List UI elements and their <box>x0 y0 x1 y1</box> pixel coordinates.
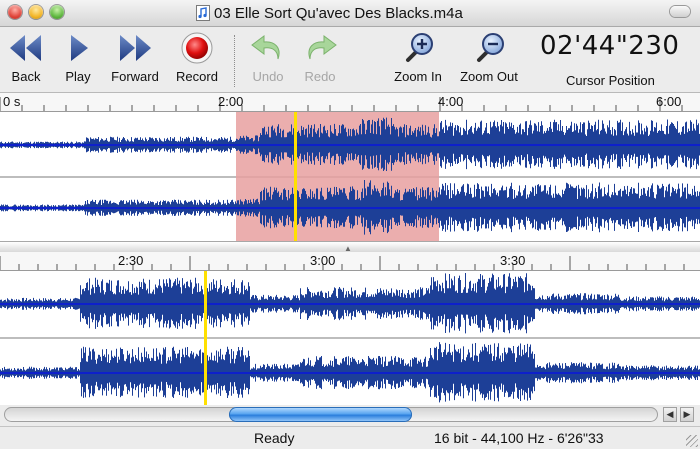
undo-label: Undo <box>252 69 284 84</box>
undo-arrow-icon <box>251 35 280 60</box>
play-label: Play <box>65 69 91 84</box>
window-title: 03 Elle Sort Qu'avec Des Blacks.m4a <box>196 4 463 22</box>
ruler-label-0s: 0 s <box>3 94 21 109</box>
zoom-out-button[interactable]: Zoom Out <box>456 31 522 84</box>
zoom-out-icon <box>477 33 504 62</box>
ruler-label-4m: 4:00 <box>438 94 464 109</box>
detail-playhead-cursor[interactable] <box>204 271 207 405</box>
overview-ruler-ticks <box>0 97 683 111</box>
horizontal-scrollbar[interactable]: ◀ ▶ <box>0 405 700 425</box>
toolbar-separator <box>234 35 236 87</box>
cursor-time-display: 02'44"230 <box>540 31 680 61</box>
redo-label: Redo <box>304 69 336 84</box>
audio-format-info: 16 bit - 44,100 Hz - 6'26"33 <box>434 430 604 446</box>
zoom-in-button[interactable]: Zoom In <box>390 31 446 84</box>
detail-ruler-ticks <box>0 256 685 270</box>
toolbar: Back Play Forward Record Undo Redo Zoom … <box>0 27 700 93</box>
resize-grip-icon[interactable] <box>686 435 698 447</box>
back-label: Back <box>11 69 41 84</box>
detail-time-ruler[interactable]: 2:30 3:00 3:30 <box>0 252 700 271</box>
play-icon <box>71 35 88 61</box>
overview-waveform[interactable] <box>0 112 700 241</box>
record-label: Record <box>176 69 218 84</box>
detail-waveform-canvas <box>0 271 700 405</box>
playhead-cursor[interactable] <box>294 112 297 241</box>
scroll-right-button[interactable]: ▶ <box>680 407 694 422</box>
status-text: Ready <box>254 430 295 446</box>
title-bar: 03 Elle Sort Qu'avec Des Blacks.m4a <box>0 0 700 27</box>
ruler-label-3m30: 3:30 <box>500 253 526 268</box>
overview-waveform-canvas <box>0 112 700 241</box>
ruler-label-2m: 2:00 <box>218 94 244 109</box>
window-title-text: 03 Elle Sort Qu'avec Des Blacks.m4a <box>214 4 463 22</box>
zoom-in-icon <box>406 33 433 62</box>
undo-button[interactable]: Undo <box>246 31 290 84</box>
fast-forward-icon <box>120 35 151 61</box>
rewind-icon <box>10 35 41 61</box>
overview-time-ruler[interactable]: 0 s 2:00 4:00 6:00 <box>0 93 700 112</box>
close-window-button[interactable] <box>8 5 22 19</box>
toolbar-toggle-button[interactable] <box>670 6 690 17</box>
ruler-label-3m: 3:00 <box>310 253 336 268</box>
ruler-label-2m30: 2:30 <box>118 253 144 268</box>
back-button[interactable]: Back <box>6 31 46 84</box>
play-button[interactable]: Play <box>60 31 96 84</box>
scrollbar-thumb[interactable] <box>229 407 412 422</box>
redo-arrow-icon <box>308 35 337 60</box>
record-icon <box>181 32 213 64</box>
detail-waveform[interactable] <box>0 271 700 405</box>
record-button[interactable]: Record <box>172 31 222 84</box>
ruler-label-6m: 6:00 <box>656 94 682 109</box>
forward-button[interactable]: Forward <box>106 31 164 84</box>
redo-button[interactable]: Redo <box>298 31 342 84</box>
audio-file-icon <box>196 5 210 21</box>
cursor-position-label: Cursor Position <box>566 73 655 88</box>
scroll-left-button[interactable]: ◀ <box>663 407 677 422</box>
forward-label: Forward <box>111 69 159 84</box>
minimize-window-button[interactable] <box>29 5 43 19</box>
zoom-out-label: Zoom Out <box>460 69 518 84</box>
status-bar: Ready 16 bit - 44,100 Hz - 6'26"33 <box>0 426 700 449</box>
zoom-in-label: Zoom In <box>394 69 442 84</box>
zoom-window-button[interactable] <box>50 5 64 19</box>
